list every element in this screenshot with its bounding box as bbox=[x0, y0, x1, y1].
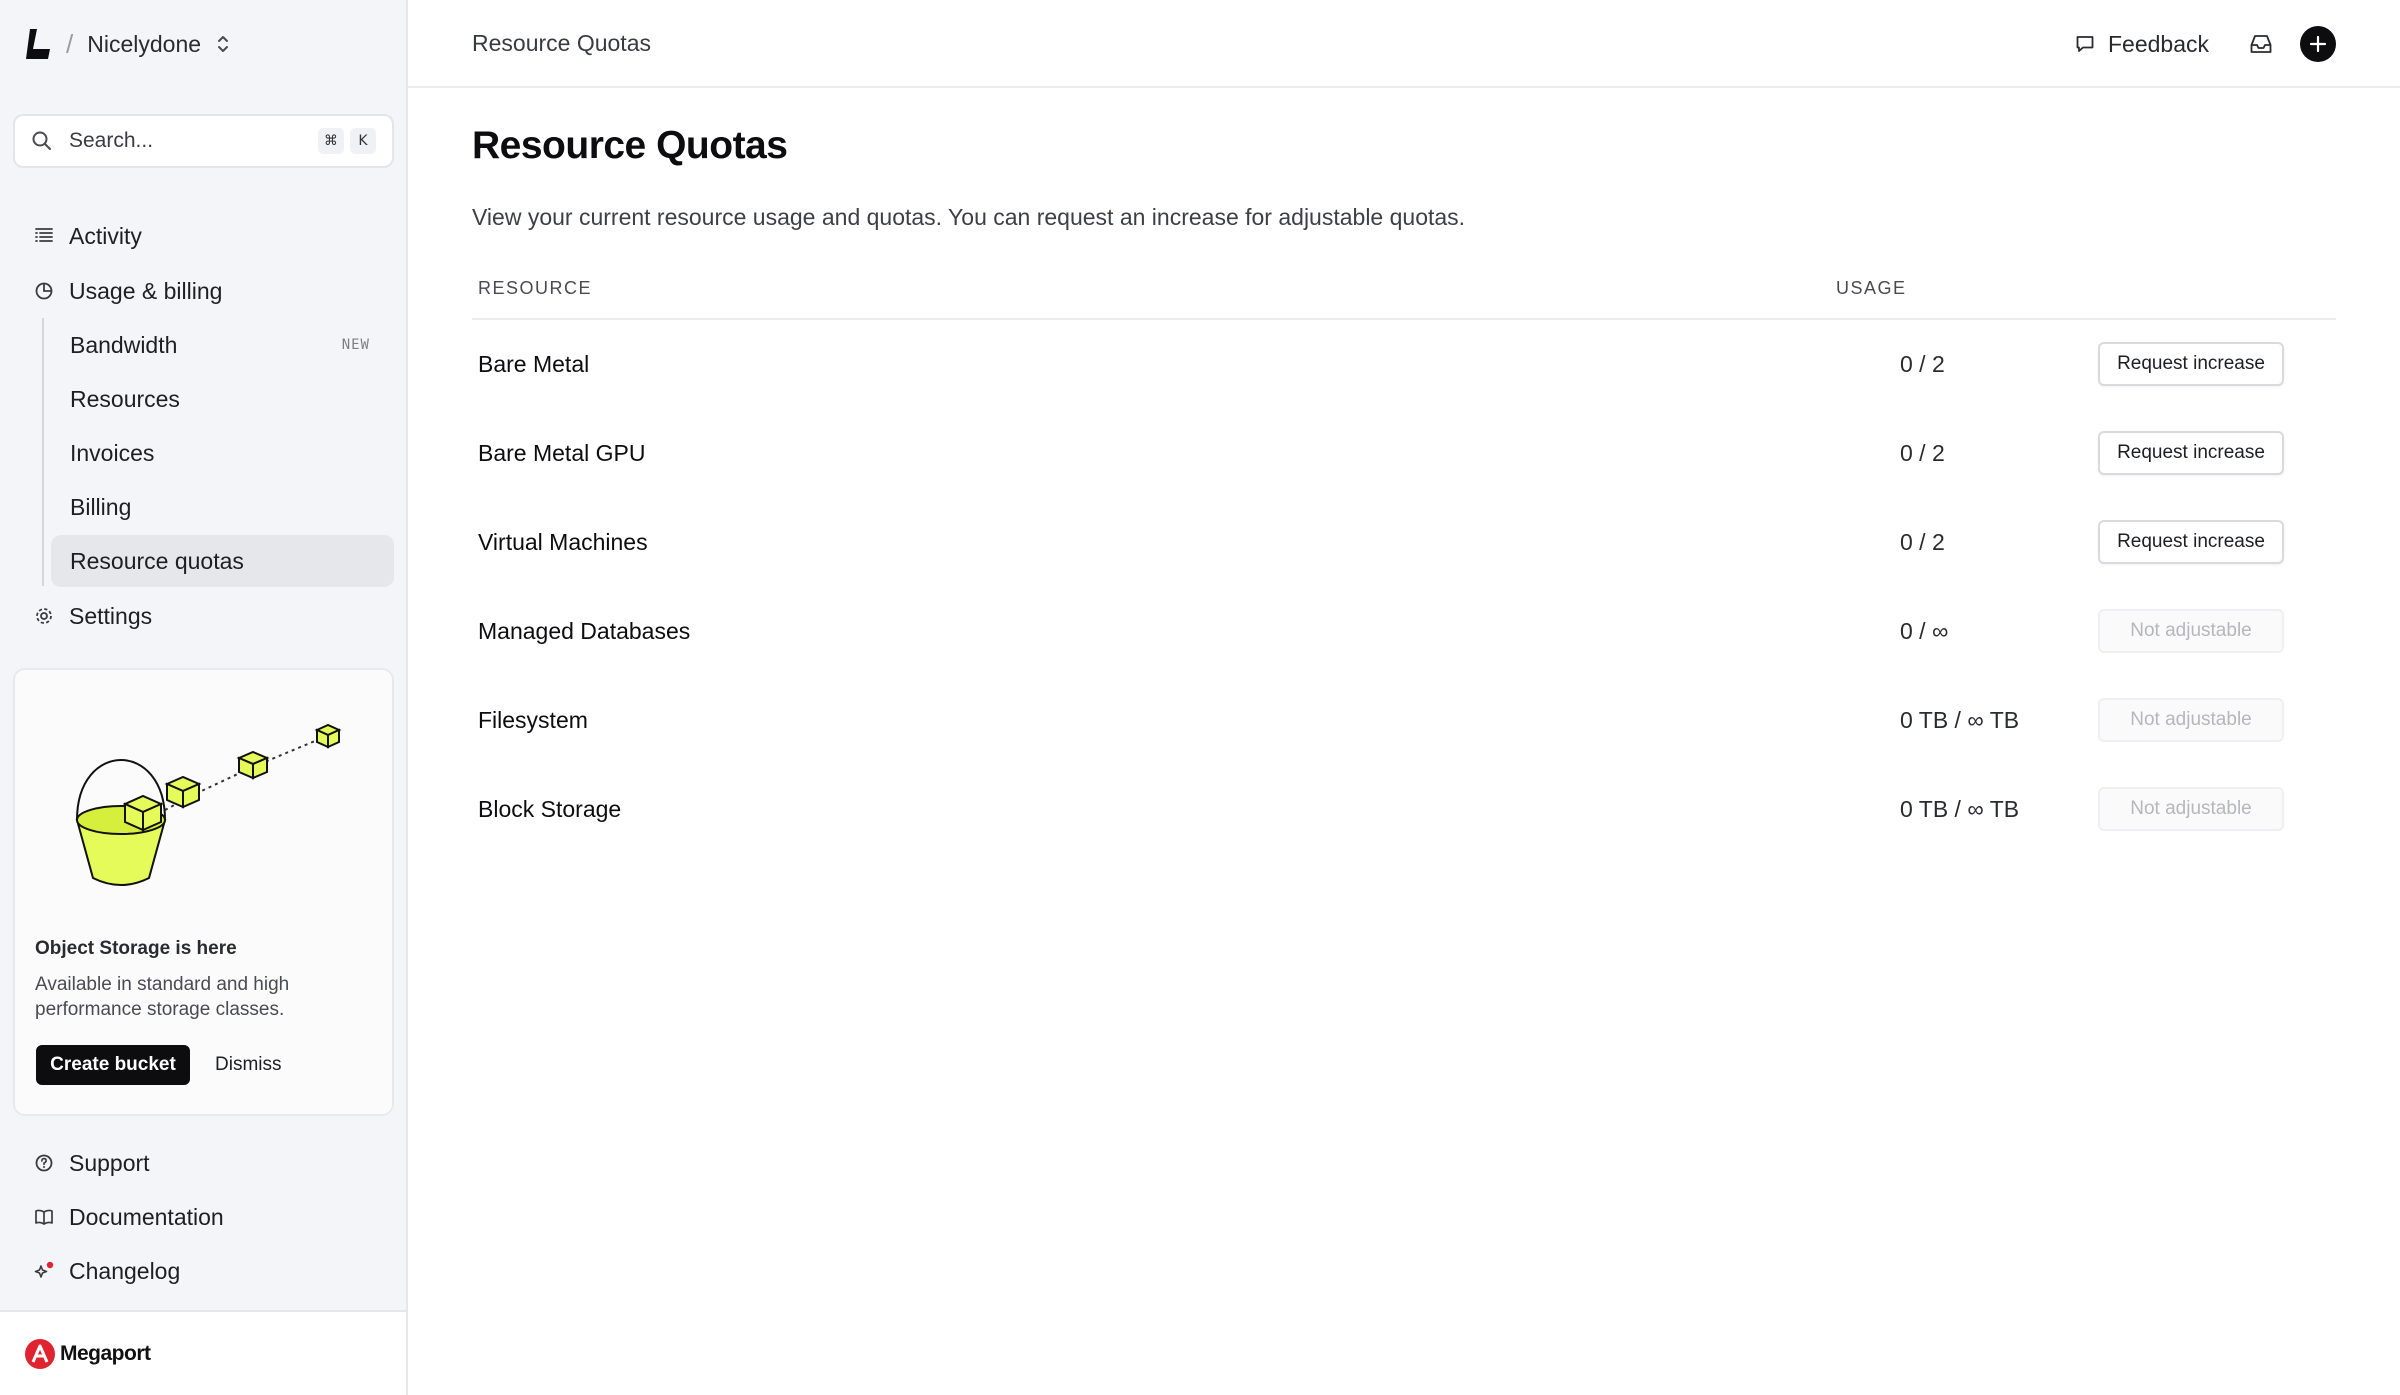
sidebar: / Nicelydone Search... ⌘ K Activity Usag… bbox=[0, 0, 408, 1395]
brand-name: Megaport bbox=[60, 1342, 151, 1365]
top-bar: Resource Quotas Feedback bbox=[408, 0, 2400, 88]
feedback-button[interactable]: Feedback bbox=[2074, 28, 2209, 60]
sidebar-item-label: Activity bbox=[69, 222, 142, 249]
resource-usage: 0 / 2 bbox=[1900, 529, 1945, 555]
not-adjustable-button: Not adjustable bbox=[2098, 609, 2284, 653]
not-adjustable-button: Not adjustable bbox=[2098, 787, 2284, 831]
sidebar-item-label: Settings bbox=[69, 602, 153, 629]
workspace-switcher[interactable]: / Nicelydone bbox=[24, 24, 231, 64]
sparkle-icon bbox=[34, 1261, 54, 1278]
request-increase-button[interactable]: Request increase bbox=[2098, 431, 2284, 475]
feedback-label: Feedback bbox=[2108, 30, 2210, 57]
create-bucket-button[interactable]: Create bucket bbox=[36, 1045, 190, 1085]
breadcrumb-separator: / bbox=[66, 28, 74, 59]
not-adjustable-button: Not adjustable bbox=[2098, 698, 2284, 742]
table-row: Bare Metal GPU 0 / 2 Request increase bbox=[472, 409, 2336, 498]
shortcut-k-key: K bbox=[350, 128, 376, 154]
sidebar-footer: Megaport bbox=[0, 1310, 406, 1395]
chevron-up-down-icon[interactable] bbox=[215, 33, 231, 55]
plus-icon bbox=[2309, 35, 2327, 53]
sidebar-item-label: Resources bbox=[70, 385, 180, 412]
workspace-name[interactable]: Nicelydone bbox=[87, 31, 201, 58]
sidebar-item-billing[interactable]: Billing bbox=[51, 481, 394, 533]
page-title: Resource Quotas bbox=[472, 124, 788, 167]
list-icon bbox=[35, 228, 53, 242]
breadcrumb: Resource Quotas bbox=[472, 30, 651, 56]
sidebar-item-bandwidth[interactable]: Bandwidth NEW bbox=[51, 319, 394, 371]
sidebar-item-resources[interactable]: Resources bbox=[51, 373, 394, 425]
dismiss-button[interactable]: Dismiss bbox=[215, 1045, 282, 1085]
gear-icon bbox=[36, 608, 52, 624]
pie-chart-icon bbox=[35, 282, 53, 300]
table-row: Filesystem 0 TB / ∞ TB Not adjustable bbox=[472, 676, 2336, 765]
resource-name: Managed Databases bbox=[478, 618, 691, 644]
sidebar-item-usage-billing[interactable]: Usage & billing bbox=[13, 265, 394, 317]
request-increase-button[interactable]: Request increase bbox=[2098, 342, 2284, 386]
column-header-usage: USAGE bbox=[1836, 278, 1907, 298]
resource-name: Bare Metal GPU bbox=[478, 440, 646, 466]
sidebar-item-label: Billing bbox=[70, 493, 132, 520]
resource-name: Bare Metal bbox=[478, 351, 590, 377]
subnav-guide-line bbox=[42, 318, 44, 586]
promo-title: Object Storage is here bbox=[35, 938, 237, 959]
bucket-illustration bbox=[75, 723, 342, 886]
search-icon bbox=[32, 131, 51, 150]
book-icon bbox=[35, 1209, 53, 1225]
table-row: Bare Metal 0 / 2 Request increase bbox=[472, 320, 2336, 409]
object-storage-promo-card: Object Storage is here Available in stan… bbox=[13, 668, 394, 1116]
resource-usage: 0 / ∞ bbox=[1900, 618, 1949, 644]
app-logo-icon[interactable] bbox=[24, 27, 52, 61]
table-row: Virtual Machines 0 / 2 Request increase bbox=[472, 498, 2336, 587]
resource-name: Filesystem bbox=[478, 707, 588, 733]
resource-usage: 0 TB / ∞ TB bbox=[1900, 707, 2020, 733]
sidebar-item-label: Usage & billing bbox=[69, 277, 223, 304]
shortcut-cmd-key: ⌘ bbox=[318, 128, 344, 154]
promo-description: Available in standard and high performan… bbox=[35, 974, 290, 1020]
sidebar-item-support[interactable]: Support bbox=[13, 1137, 394, 1189]
create-new-button[interactable] bbox=[2300, 26, 2336, 62]
sidebar-item-documentation[interactable]: Documentation bbox=[13, 1191, 394, 1243]
resource-usage: 0 / 2 bbox=[1900, 440, 1945, 466]
resource-usage: 0 TB / ∞ TB bbox=[1900, 796, 2020, 822]
sidebar-item-resource-quotas[interactable]: Resource quotas bbox=[51, 535, 394, 587]
table-row: Managed Databases 0 / ∞ Not adjustable bbox=[472, 587, 2336, 676]
sidebar-item-activity[interactable]: Activity bbox=[13, 210, 394, 262]
sidebar-item-label: Resource quotas bbox=[70, 547, 244, 574]
megaport-logo-icon bbox=[25, 1339, 55, 1369]
resource-usage: 0 / 2 bbox=[1900, 351, 1945, 377]
sidebar-item-changelog[interactable]: Changelog bbox=[13, 1245, 394, 1297]
column-header-resource: RESOURCE bbox=[478, 278, 593, 298]
request-increase-button[interactable]: Request increase bbox=[2098, 520, 2284, 564]
sidebar-item-invoices[interactable]: Invoices bbox=[51, 427, 394, 479]
search-input[interactable]: Search... ⌘ K bbox=[13, 114, 394, 168]
sidebar-item-label: Bandwidth bbox=[70, 331, 178, 358]
sidebar-item-label: Invoices bbox=[70, 439, 155, 466]
sidebar-item-label: Changelog bbox=[69, 1257, 181, 1284]
page-description: View your current resource usage and quo… bbox=[472, 204, 1466, 230]
resource-name: Block Storage bbox=[478, 796, 622, 822]
table-row: Block Storage 0 TB / ∞ TB Not adjustable bbox=[472, 765, 2336, 854]
search-placeholder: Search... bbox=[69, 129, 154, 152]
inbox-icon[interactable] bbox=[2248, 31, 2274, 57]
megaport-brand[interactable]: Megaport bbox=[24, 1338, 151, 1370]
resource-name: Virtual Machines bbox=[478, 529, 648, 555]
new-badge: NEW bbox=[341, 337, 370, 353]
help-circle-icon bbox=[35, 1154, 53, 1172]
sidebar-item-settings[interactable]: Settings bbox=[13, 590, 394, 642]
sidebar-item-label: Support bbox=[69, 1149, 150, 1176]
message-square-icon bbox=[2076, 36, 2094, 52]
sidebar-item-label: Documentation bbox=[69, 1203, 224, 1230]
